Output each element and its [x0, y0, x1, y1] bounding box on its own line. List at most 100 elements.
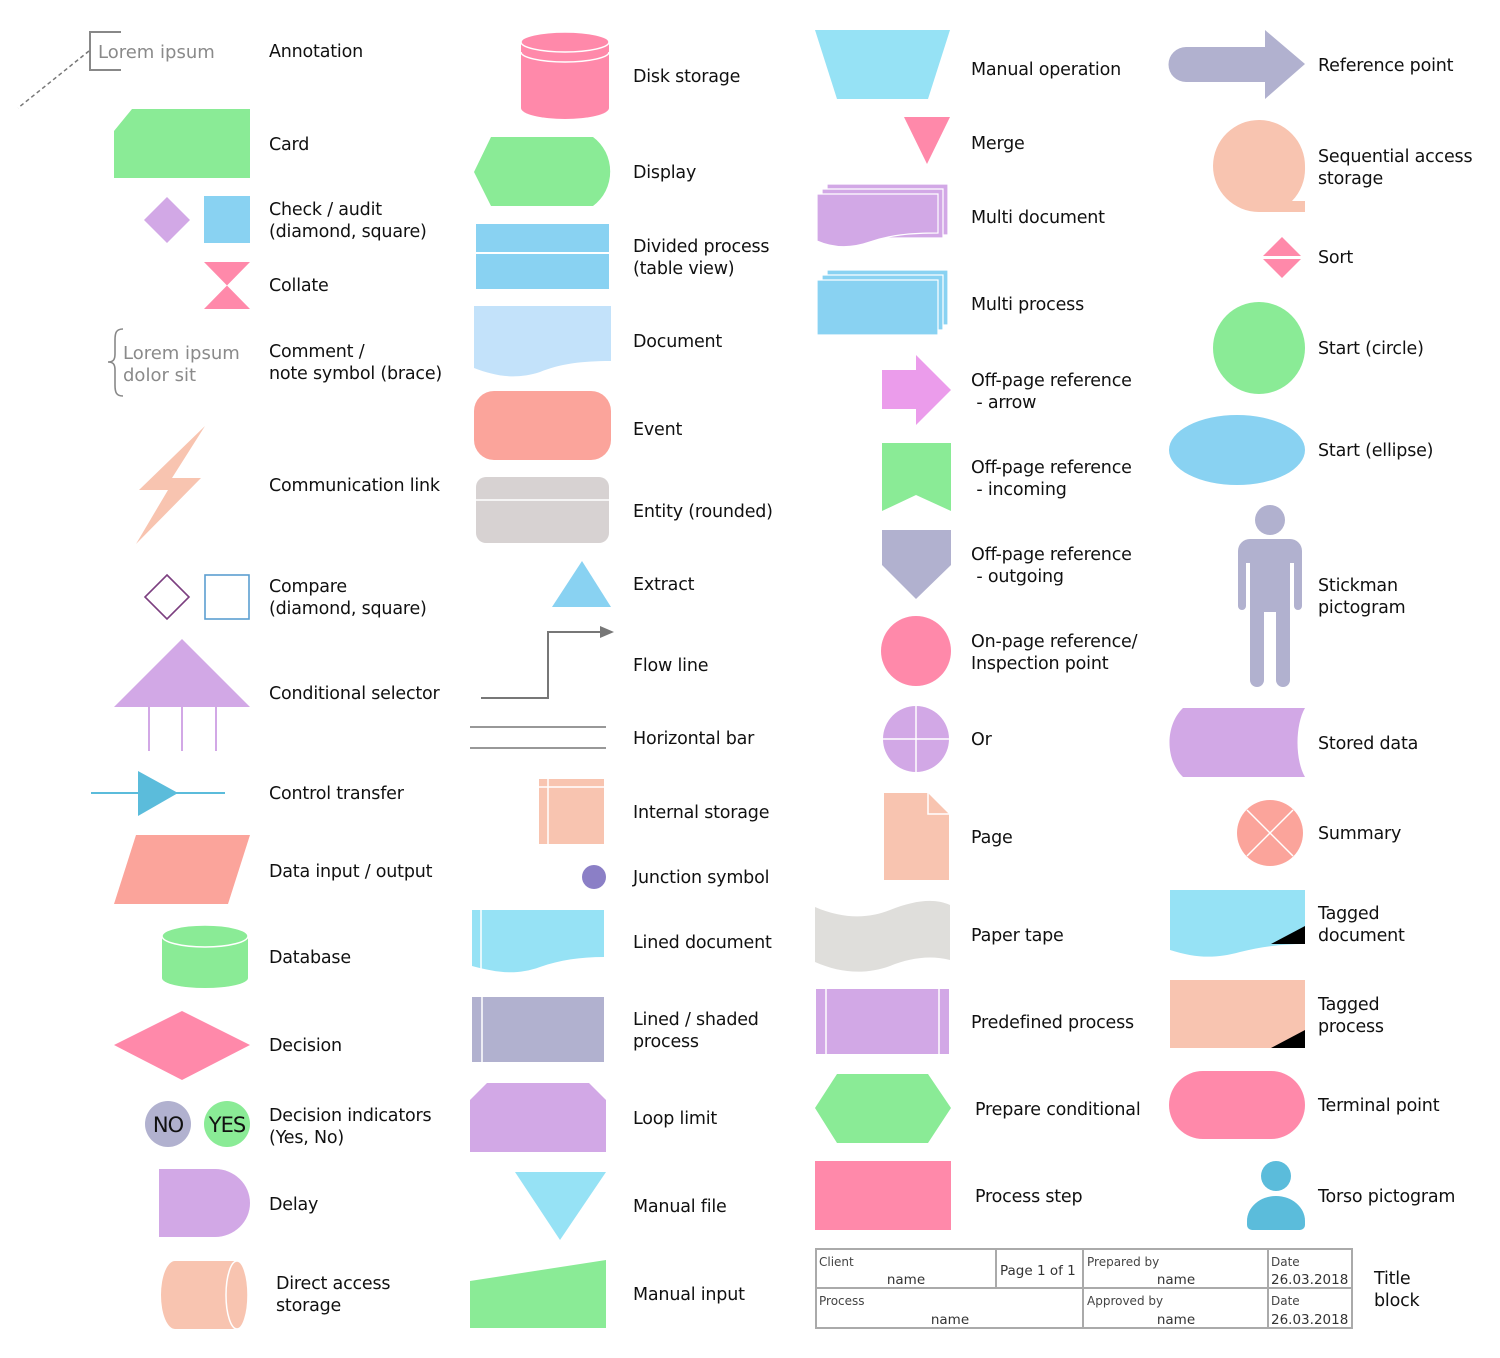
label-direct-access-storage: Direct access storage	[276, 1274, 391, 1316]
delay-symbol[interactable]	[159, 1169, 250, 1237]
collate-symbol[interactable]	[204, 262, 250, 309]
manual-operation-symbol[interactable]	[815, 30, 950, 99]
tagged-document-symbol[interactable]	[1170, 890, 1305, 957]
paper-tape-symbol[interactable]	[815, 900, 950, 972]
stickman-symbol[interactable]	[1238, 505, 1302, 687]
off-page-outgoing-symbol[interactable]	[882, 530, 951, 599]
label-tagged-process: Tagged process	[1318, 995, 1384, 1037]
label-or: Or	[971, 730, 992, 750]
comment-brace-symbol[interactable]: Lorem ipsum dolor sit	[107, 328, 240, 397]
stored-data-symbol[interactable]	[1169, 708, 1306, 777]
start-circle-symbol[interactable]	[1213, 302, 1305, 394]
page-symbol[interactable]	[884, 793, 949, 880]
label-lined-document: Lined document	[633, 933, 772, 953]
multi-process-symbol[interactable]	[816, 269, 949, 336]
tagged-process-symbol[interactable]	[1170, 980, 1305, 1048]
flow-line-symbol[interactable]	[481, 626, 614, 699]
summary-symbol[interactable]	[1237, 800, 1303, 866]
label-communication-link: Communication link	[269, 476, 440, 496]
title-block: Client name Page 1 of 1 Prepared by name…	[815, 1248, 1353, 1329]
label-start-circle: Start (circle)	[1318, 339, 1424, 359]
sequential-access-storage-symbol[interactable]	[1213, 119, 1306, 212]
title-block-date1-value[interactable]: 26.03.2018	[1271, 1272, 1348, 1288]
label-on-page-reference: On-page reference/ Inspection point	[971, 632, 1138, 674]
control-transfer-symbol[interactable]	[91, 771, 225, 816]
label-manual-input: Manual input	[633, 1285, 745, 1305]
reference-point-symbol[interactable]	[1168, 30, 1306, 99]
terminal-point-symbol[interactable]	[1169, 1071, 1305, 1139]
card-symbol[interactable]	[114, 109, 250, 178]
annotation-symbol[interactable]: Lorem ipsum	[17, 31, 215, 109]
comment-sample-text-1: Lorem ipsum	[123, 343, 240, 364]
divided-process-symbol[interactable]	[476, 224, 609, 289]
label-conditional-selector: Conditional selector	[269, 684, 440, 704]
predefined-process-symbol[interactable]	[816, 989, 949, 1054]
label-lined-shaded-process: Lined / shaded process	[633, 1010, 759, 1052]
off-page-incoming-symbol[interactable]	[882, 443, 951, 511]
start-ellipse-symbol[interactable]	[1169, 415, 1305, 485]
multi-document-symbol[interactable]	[816, 183, 949, 248]
decision-symbol[interactable]	[114, 1011, 250, 1080]
title-block-process-value[interactable]: name	[931, 1312, 969, 1328]
lined-shaded-process-symbol[interactable]	[472, 997, 604, 1062]
on-page-reference-symbol[interactable]	[881, 616, 951, 686]
label-check-audit: Check / audit (diamond, square)	[269, 200, 427, 242]
label-off-page-arrow: Off-page reference - arrow	[971, 371, 1132, 413]
manual-input-symbol[interactable]	[470, 1260, 606, 1328]
title-block-approved-by-value[interactable]: name	[1157, 1312, 1195, 1328]
torso-symbol[interactable]	[1247, 1161, 1305, 1230]
decision-indicator-yes[interactable]: YES	[204, 1101, 250, 1147]
label-internal-storage: Internal storage	[633, 803, 770, 823]
label-start-ellipse: Start (ellipse)	[1318, 441, 1434, 461]
communication-link-symbol[interactable]	[136, 426, 205, 544]
label-flow-line: Flow line	[633, 656, 709, 676]
conditional-selector-symbol[interactable]	[114, 639, 250, 751]
document-symbol[interactable]	[474, 306, 611, 377]
label-loop-limit: Loop limit	[633, 1109, 718, 1129]
label-multi-document: Multi document	[971, 208, 1105, 228]
label-document: Document	[633, 332, 723, 352]
lined-document-symbol[interactable]	[472, 910, 604, 973]
title-block-date2-value[interactable]: 26.03.2018	[1271, 1312, 1348, 1328]
check-audit-square[interactable]	[204, 196, 250, 243]
sort-symbol[interactable]	[1263, 237, 1301, 278]
label-reference-point: Reference point	[1318, 56, 1454, 76]
off-page-arrow-symbol[interactable]	[882, 355, 951, 425]
label-off-page-outgoing: Off-page reference - outgoing	[971, 545, 1132, 587]
horizontal-bar-symbol[interactable]	[470, 726, 606, 749]
entity-rounded-symbol[interactable]	[476, 477, 609, 543]
title-block-client-value[interactable]: name	[887, 1272, 925, 1288]
label-paper-tape: Paper tape	[971, 926, 1064, 946]
prepare-conditional-symbol[interactable]	[815, 1074, 951, 1143]
direct-access-storage-symbol[interactable]	[161, 1260, 249, 1330]
junction-symbol[interactable]	[582, 865, 606, 889]
or-symbol[interactable]	[883, 706, 949, 772]
label-display: Display	[633, 163, 697, 183]
database-symbol[interactable]	[161, 924, 249, 988]
merge-symbol[interactable]	[904, 117, 950, 164]
process-step-symbol[interactable]	[815, 1161, 951, 1230]
data-io-symbol[interactable]	[114, 835, 250, 904]
manual-file-symbol[interactable]	[515, 1172, 606, 1240]
title-block-prepared-by-value[interactable]: name	[1157, 1272, 1195, 1288]
label-sequential-access-storage: Sequential access storage	[1318, 147, 1473, 189]
compare-square[interactable]	[204, 574, 250, 620]
label-stored-data: Stored data	[1318, 734, 1419, 754]
compare-diamond[interactable]	[143, 573, 191, 621]
internal-storage-symbol[interactable]	[539, 779, 604, 844]
label-junction-symbol: Junction symbol	[633, 868, 770, 888]
title-block-client-label: Client	[819, 1255, 854, 1269]
label-annotation: Annotation	[269, 42, 363, 62]
label-data-io: Data input / output	[269, 862, 433, 882]
event-symbol[interactable]	[474, 391, 611, 460]
extract-symbol[interactable]	[552, 561, 611, 607]
title-block-page: Page 1 of 1	[1000, 1263, 1076, 1279]
decision-indicator-no[interactable]: NO	[145, 1101, 191, 1147]
check-audit-diamond[interactable]	[144, 197, 190, 243]
label-horizontal-bar: Horizontal bar	[633, 729, 755, 749]
loop-limit-symbol[interactable]	[470, 1083, 606, 1152]
label-merge: Merge	[971, 134, 1025, 154]
disk-storage-symbol[interactable]	[520, 31, 610, 119]
label-predefined-process: Predefined process	[971, 1013, 1134, 1033]
display-symbol[interactable]	[474, 137, 611, 206]
